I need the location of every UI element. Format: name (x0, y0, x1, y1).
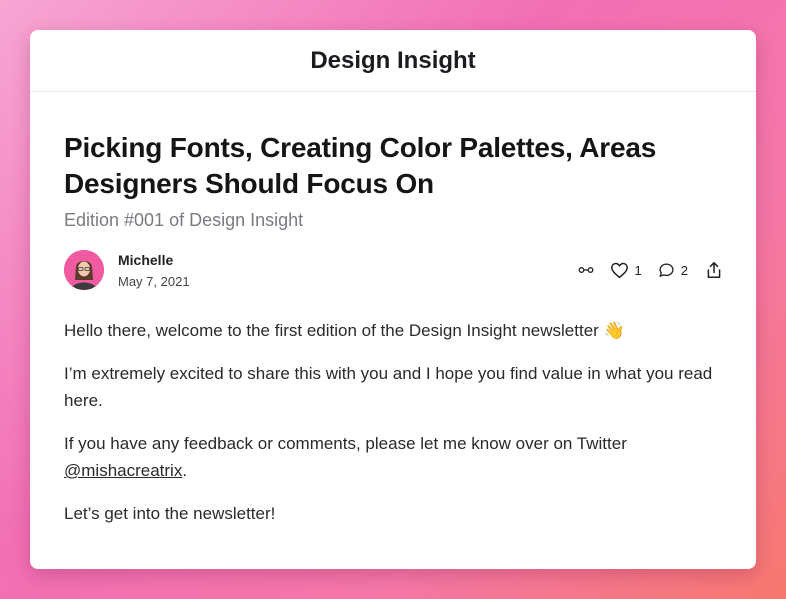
paragraph-feedback: If you have any feedback or comments, pl… (64, 430, 722, 484)
post-meta: Michelle May 7, 2021 1 2 (64, 249, 722, 291)
copy-link-button[interactable] (578, 265, 594, 275)
share-button[interactable] (706, 261, 722, 279)
comment-count: 2 (680, 262, 688, 278)
heart-icon (610, 262, 629, 279)
paragraph-outro: Let’s get into the newsletter! (64, 504, 276, 523)
author-block: Michelle May 7, 2021 (118, 252, 190, 289)
feedback-text: If you have any feedback or comments, pl… (64, 434, 627, 453)
twitter-handle-link[interactable]: @mishacreatrix (64, 461, 182, 480)
post-subtitle: Edition #001 of Design Insight (64, 210, 304, 230)
post-date: May 7, 2021 (118, 273, 190, 289)
post-title: Picking Fonts, Creating Color Palettes, … (64, 132, 657, 199)
comment-icon (658, 262, 675, 279)
post-actions: 1 2 (578, 261, 722, 279)
paragraph-intro: Hello there, welcome to the first editio… (64, 321, 625, 340)
publication-title[interactable]: Design Insight (310, 47, 475, 75)
link-icon (578, 265, 594, 275)
post-card: Design Insight Picking Fonts, Creating C… (30, 30, 756, 569)
paragraph-excited: I’m extremely excited to share this with… (64, 364, 713, 410)
comment-button[interactable]: 2 (658, 262, 688, 279)
feedback-period: . (182, 461, 188, 480)
share-icon (706, 261, 722, 279)
like-button[interactable]: 1 (610, 262, 642, 279)
like-count: 1 (634, 262, 642, 278)
avatar[interactable] (64, 250, 104, 290)
author-name[interactable]: Michelle (118, 252, 190, 268)
post-content: Picking Fonts, Creating Color Palettes, … (30, 92, 756, 527)
publication-header: Design Insight (30, 30, 756, 92)
post-body: Hello there, welcome to the first editio… (64, 317, 722, 527)
